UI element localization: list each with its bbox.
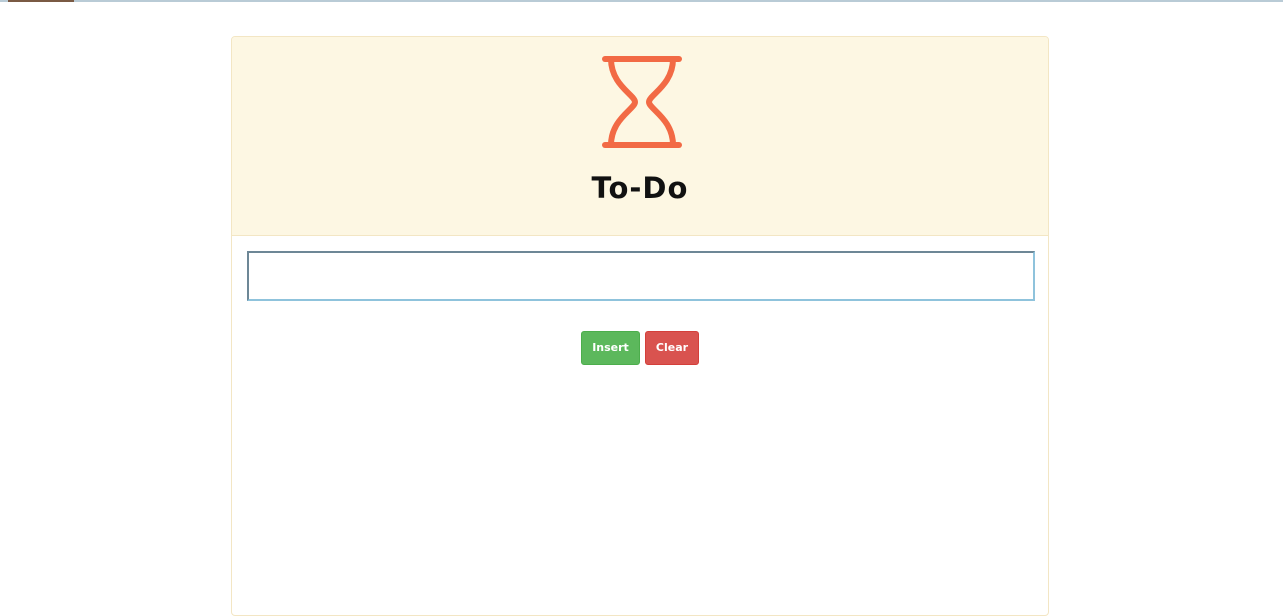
task-input[interactable] (247, 251, 1035, 301)
todo-header: To-Do (232, 37, 1048, 236)
todo-panel: To-Do Insert Clear (231, 36, 1049, 616)
insert-button[interactable]: Insert (581, 331, 640, 365)
action-buttons: Insert Clear (247, 331, 1033, 365)
page-title: To-Do (591, 171, 689, 205)
todo-body: Insert Clear (232, 236, 1048, 380)
hourglass-icon (602, 56, 682, 148)
tab-thumbnail (8, 0, 74, 2)
browser-top-edge (0, 0, 1283, 2)
clear-button[interactable]: Clear (645, 331, 699, 365)
